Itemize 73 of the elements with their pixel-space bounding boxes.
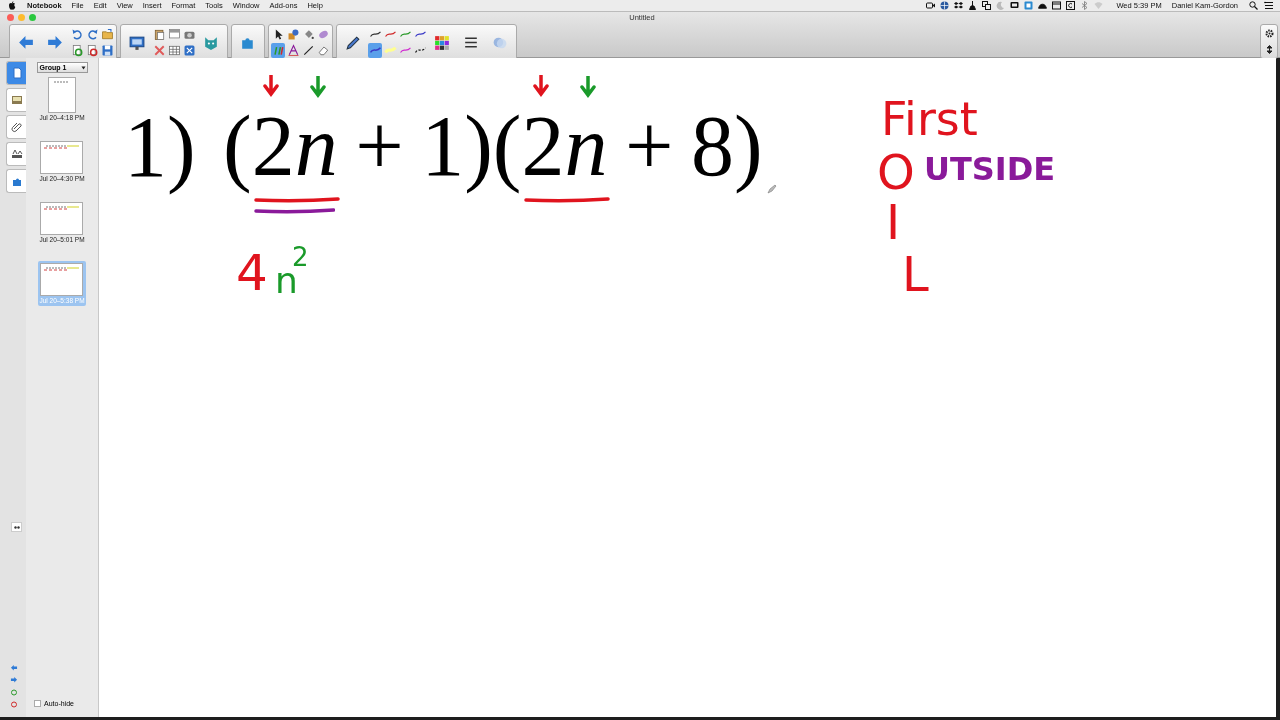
- up-down-arrow-icon: [1264, 45, 1274, 54]
- toolbar-button[interactable]: [286, 43, 300, 58]
- hat-icon[interactable]: [1038, 1, 1048, 10]
- dropdown-arrow-icon: [80, 65, 86, 70]
- expand-button[interactable]: [11, 522, 22, 532]
- math-expression: (2n + 1)(2n + 8): [223, 98, 763, 195]
- page-minus-icon: [85, 44, 99, 57]
- pen-cursor-icon: [767, 184, 777, 194]
- bluetooth-icon[interactable]: [1080, 1, 1090, 10]
- search-icon[interactable]: [1249, 1, 1258, 10]
- delete-page-button[interactable]: [10, 700, 18, 708]
- squares-icon[interactable]: [982, 1, 992, 10]
- square-app-icon[interactable]: [1024, 1, 1034, 10]
- settings-icon: [1264, 29, 1274, 38]
- shapes-icon: [286, 28, 300, 41]
- page-icon: [10, 67, 23, 79]
- window-icon[interactable]: [1052, 1, 1062, 10]
- toolbar-button[interactable]: [301, 43, 315, 58]
- redo-icon: [85, 28, 99, 41]
- sidebar-tab[interactable]: [6, 115, 26, 139]
- down-arrow-icon: [263, 75, 279, 97]
- handwritten-letter: L: [902, 250, 929, 298]
- handwritten-letter: O: [877, 148, 915, 196]
- list-icon[interactable]: [1264, 1, 1274, 10]
- sidebar-tab[interactable]: [6, 88, 26, 112]
- checkbox[interactable]: [34, 700, 41, 707]
- undo-icon: [70, 28, 84, 41]
- add-page-button[interactable]: [10, 688, 18, 696]
- slide-preview-drawing: [40, 202, 84, 235]
- down-arrow-icon: [580, 76, 597, 98]
- slide-preview-drawing: [40, 141, 84, 174]
- paperclip-icon: [10, 121, 23, 133]
- slide-preview-drawing: [48, 77, 76, 113]
- delete-icon: [152, 44, 166, 57]
- picture-icon: [10, 94, 23, 106]
- sidebar-tab[interactable]: [6, 169, 26, 193]
- right-arrow-icon: [10, 676, 18, 684]
- screen-shade-icon: [167, 28, 181, 41]
- left-arrow-icon: [10, 664, 18, 672]
- video-camera-icon[interactable]: [926, 1, 936, 10]
- monitor-icon[interactable]: [1010, 1, 1020, 10]
- back-button[interactable]: [10, 664, 18, 672]
- pen-icon: [344, 33, 362, 52]
- sidebar-tab[interactable]: [6, 142, 26, 166]
- circle-icon: [10, 688, 18, 696]
- line-icon: [301, 44, 315, 57]
- clipboard-icon: [152, 28, 166, 41]
- slide-preview-drawing: [40, 263, 84, 296]
- page-plus-icon: [70, 44, 84, 57]
- dots-icon: [13, 525, 20, 529]
- color-palette-icon: [433, 33, 451, 52]
- close-button[interactable]: [7, 14, 14, 21]
- folder-icon: [100, 28, 114, 41]
- handwritten-digit: 4: [236, 248, 268, 298]
- handwritten-word: UTSIDE: [924, 153, 1056, 185]
- circle-icon: [10, 700, 18, 708]
- plunger-icon[interactable]: [968, 1, 978, 10]
- handwritten-letter: I: [886, 198, 901, 246]
- pen-tool-icon: [271, 44, 285, 57]
- c-letter-icon[interactable]: [1066, 1, 1076, 10]
- fullscreen-icon: [182, 44, 196, 57]
- handwritten-word: First: [881, 96, 978, 142]
- down-arrow-icon: [532, 75, 549, 97]
- table-icon: [167, 44, 181, 57]
- problem-number: 1): [124, 98, 196, 197]
- eraser-icon: [316, 28, 330, 41]
- down-arrow-icon: [310, 76, 327, 98]
- handwritten-digit: 2: [292, 244, 309, 270]
- properties-icon: [10, 148, 23, 160]
- sidebar-tab[interactable]: [6, 61, 26, 85]
- text-tool-icon: [286, 44, 300, 57]
- forward-button[interactable]: [10, 676, 18, 684]
- globe-icon[interactable]: [940, 1, 950, 10]
